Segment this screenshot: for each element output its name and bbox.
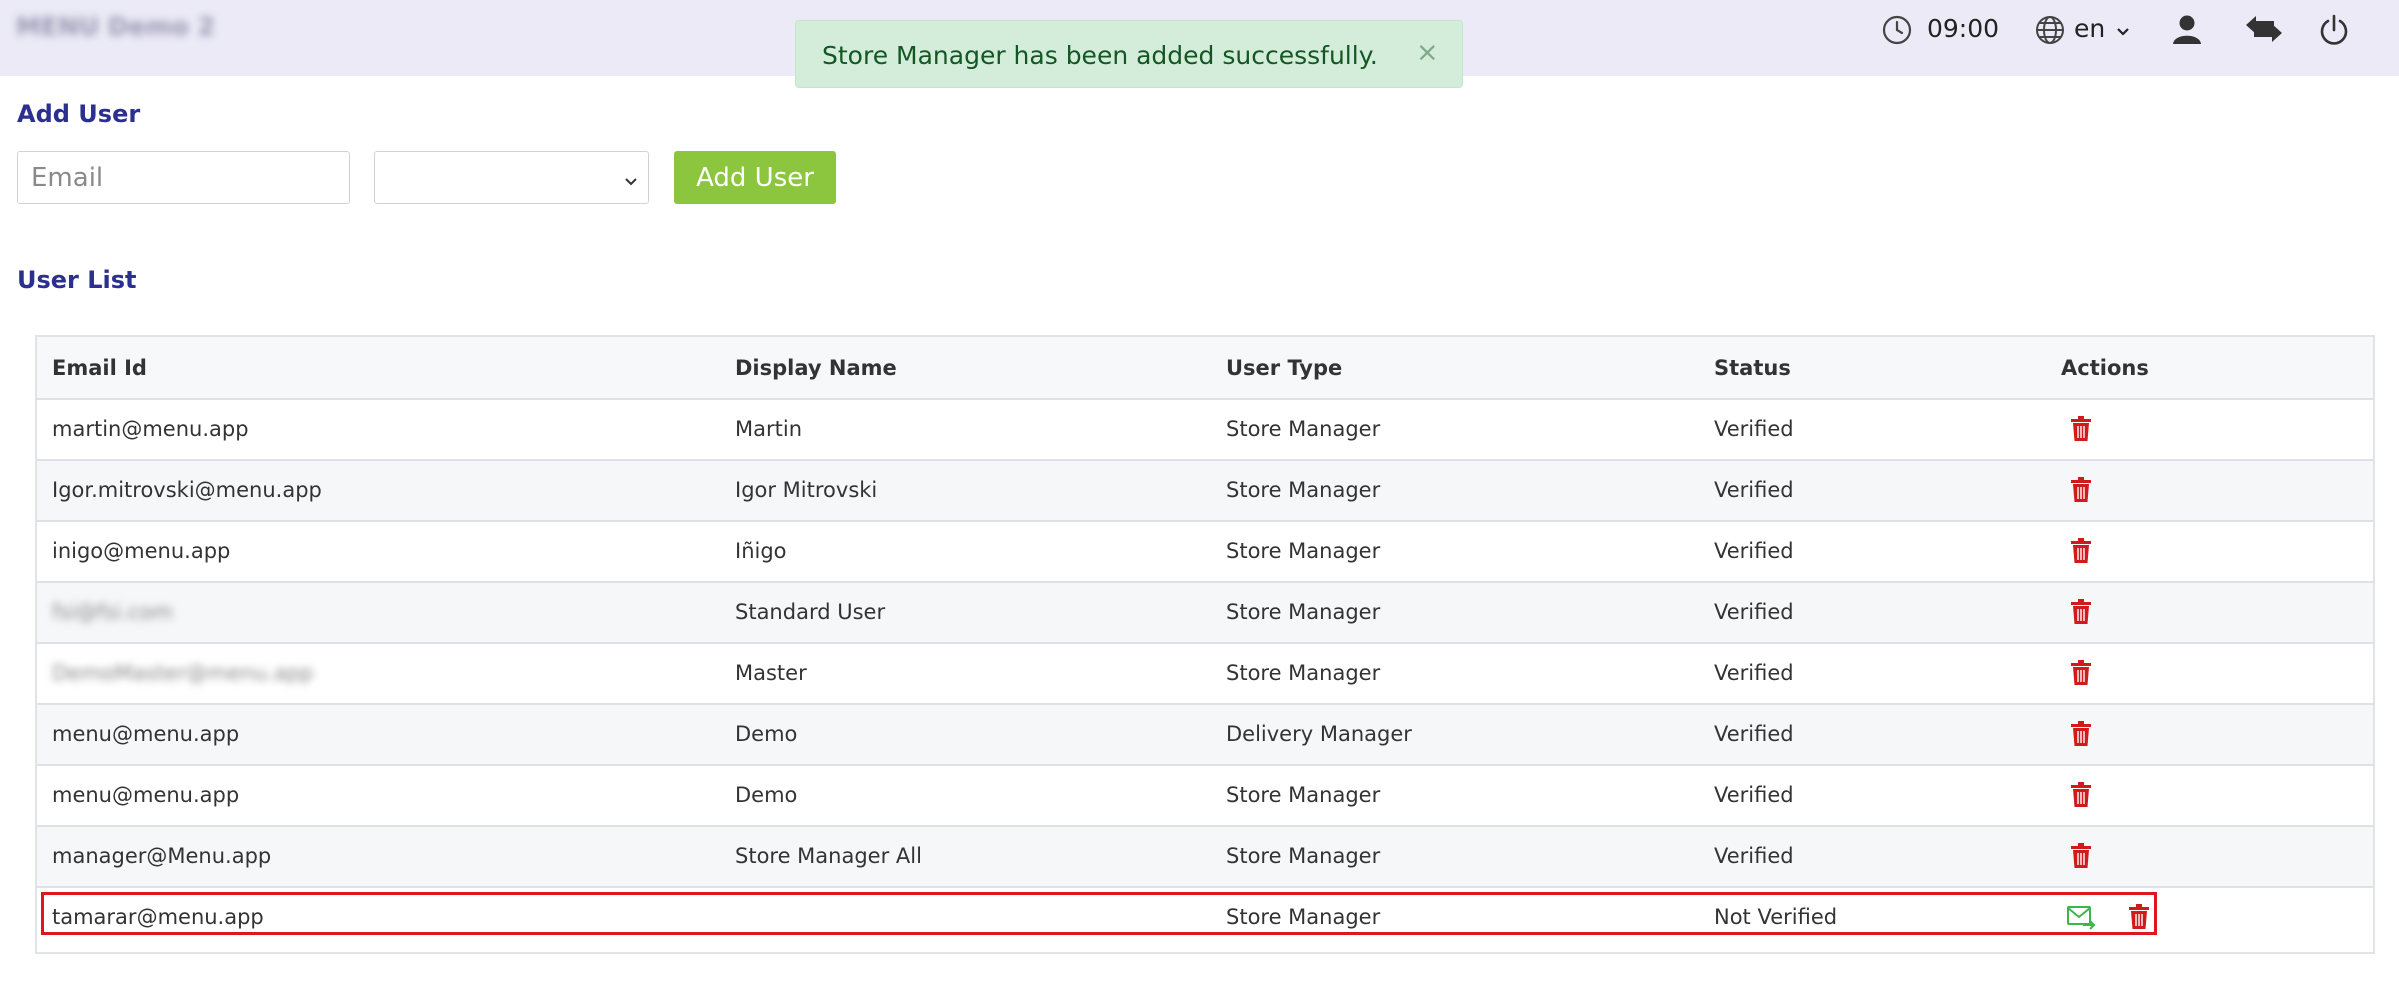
add-user-button[interactable]: Add User [674, 151, 836, 204]
chevron-down-icon[interactable] [2116, 22, 2130, 41]
table-row: menu@menu.app Demo Store Manager Verifie… [37, 766, 2373, 827]
email-cell: DemoMaster@menu.app [52, 661, 314, 685]
email-cell: tamarar@menu.app [52, 905, 264, 929]
status-cell: Verified [1714, 417, 1794, 441]
email-cell: manager@Menu.app [52, 844, 272, 868]
user-type-cell: Store Manager [1226, 783, 1381, 807]
email-input[interactable] [17, 151, 350, 204]
status-cell: Verified [1714, 722, 1794, 746]
trash-icon[interactable] [2070, 843, 2092, 873]
display-name-cell: Standard User [735, 600, 886, 624]
switch-icon[interactable] [2244, 12, 2284, 50]
email-cell: menu@menu.app [52, 722, 240, 746]
status-cell: Verified [1714, 600, 1794, 624]
power-icon[interactable] [2318, 14, 2350, 50]
user-type-cell: Store Manager [1226, 844, 1381, 868]
trash-icon[interactable] [2070, 599, 2092, 629]
user-list-title: User List [17, 266, 137, 294]
email-cell: menu@menu.app [52, 783, 240, 807]
status-cell: Verified [1714, 478, 1794, 502]
clock-icon [1881, 14, 1913, 50]
column-header: User Type [1226, 356, 1343, 380]
add-user-title: Add User [17, 100, 141, 128]
close-icon[interactable]: × [1416, 37, 1439, 68]
email-cell: inigo@menu.app [52, 539, 231, 563]
display-name-cell: Iñigo [735, 539, 787, 563]
table-row: fsi@fsi.com Standard User Store Manager … [37, 583, 2373, 644]
status-cell: Not Verified [1714, 905, 1838, 929]
resend-mail-icon[interactable] [2067, 904, 2097, 934]
toast-message: Store Manager has been added successfull… [822, 41, 1378, 70]
language-selector[interactable]: en [2074, 14, 2105, 43]
table-row: manager@Menu.app Store Manager All Store… [37, 827, 2373, 888]
column-header: Email Id [52, 356, 147, 380]
table-row: inigo@menu.app Iñigo Store Manager Verif… [37, 522, 2373, 583]
trash-icon[interactable] [2070, 660, 2092, 690]
status-cell: Verified [1714, 661, 1794, 685]
display-name-cell: Demo [735, 722, 798, 746]
user-type-cell: Store Manager [1226, 600, 1381, 624]
chevron-down-icon [624, 172, 638, 191]
trash-icon[interactable] [2070, 782, 2092, 812]
status-cell: Verified [1714, 783, 1794, 807]
user-type-cell: Store Manager [1226, 539, 1381, 563]
email-cell: martin@menu.app [52, 417, 249, 441]
column-header: Display Name [735, 356, 897, 380]
trash-icon[interactable] [2070, 721, 2092, 751]
display-name-cell: Demo [735, 783, 798, 807]
clock-time: 09:00 [1927, 14, 2000, 43]
display-name-cell: Store Manager All [735, 844, 922, 868]
display-name-cell: Igor Mitrovski [735, 478, 878, 502]
status-cell: Verified [1714, 539, 1794, 563]
brand-logo: MENU Demo 2 [16, 12, 215, 41]
table-row: DemoMaster@menu.app Master Store Manager… [37, 644, 2373, 705]
trash-icon[interactable] [2128, 904, 2150, 934]
table-header: Email Id Display Name User Type Status A… [37, 337, 2373, 400]
column-header: Status [1714, 356, 1791, 380]
table-row-new-user: tamarar@menu.app Store Manager Not Verif… [37, 888, 2373, 949]
success-toast: Store Manager has been added successfull… [795, 20, 1463, 88]
trash-icon[interactable] [2070, 416, 2092, 446]
user-type-cell: Store Manager [1226, 661, 1381, 685]
display-name-cell: Master [735, 661, 807, 685]
trash-icon[interactable] [2070, 477, 2092, 507]
table-row: martin@menu.app Martin Store Manager Ver… [37, 400, 2373, 461]
status-cell: Verified [1714, 844, 1794, 868]
table-row: menu@menu.app Demo Delivery Manager Veri… [37, 705, 2373, 766]
user-type-cell: Delivery Manager [1226, 722, 1412, 746]
display-name-cell: Martin [735, 417, 802, 441]
user-type-cell: Store Manager [1226, 478, 1381, 502]
user-icon[interactable] [2170, 12, 2204, 50]
user-type-cell: Store Manager [1226, 417, 1381, 441]
user-type-select[interactable] [374, 151, 649, 204]
email-cell: Igor.mitrovski@menu.app [52, 478, 322, 502]
user-table: Email Id Display Name User Type Status A… [35, 335, 2375, 954]
new-user-highlight [41, 892, 2157, 935]
email-cell: fsi@fsi.com [52, 600, 173, 624]
trash-icon[interactable] [2070, 538, 2092, 568]
column-header: Actions [2061, 356, 2149, 380]
user-type-cell: Store Manager [1226, 905, 1381, 929]
globe-icon[interactable] [2034, 14, 2066, 50]
table-row: Igor.mitrovski@menu.app Igor Mitrovski S… [37, 461, 2373, 522]
